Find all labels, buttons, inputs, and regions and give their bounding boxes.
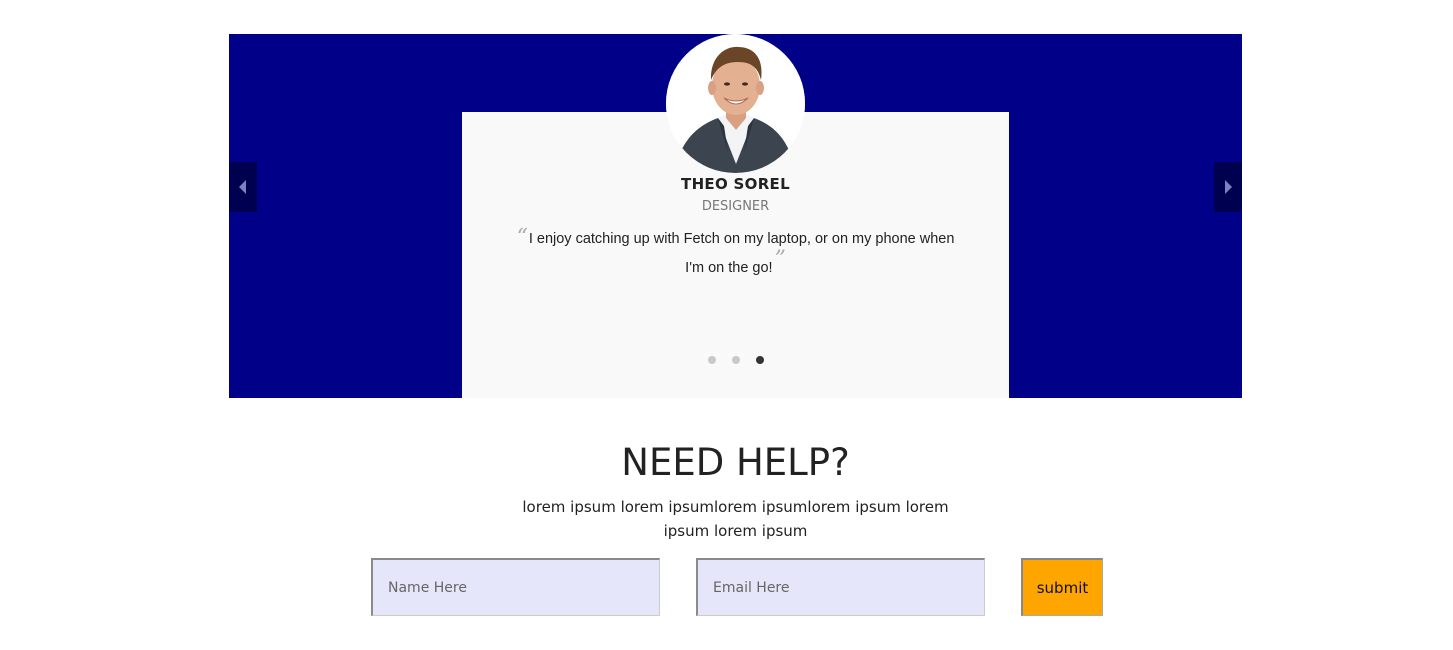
testimonial-quote: “I enjoy catching up with Fetch on my la… [512,225,959,283]
carousel-indicators [462,356,1009,364]
testimonial-carousel: THEO SOREL DESIGNER “I enjoy catching up… [229,34,1242,398]
carousel-dot-2[interactable] [731,356,740,364]
submit-button[interactable]: submit [1021,558,1103,616]
email-input[interactable] [696,558,985,616]
carousel-dot-1[interactable] [707,356,716,364]
name-input[interactable] [371,558,660,616]
quote-close-icon: ” [774,247,786,272]
testimonial-name: THEO SOREL [681,175,790,193]
carousel-dot-3[interactable] [755,356,764,364]
chevron-left-icon [239,180,246,194]
carousel-next-button[interactable] [1214,162,1242,212]
chevron-right-icon [1225,180,1232,194]
testimonial-role: DESIGNER [701,199,770,214]
help-title: NEED HELP? [621,441,850,484]
avatar [666,34,805,173]
quote-open-icon: “ [516,225,528,250]
testimonial-quote-text: I enjoy catching up with Fetch on my lap… [528,231,955,276]
carousel-prev-button[interactable] [229,162,257,212]
help-description: lorem ipsum lorem ipsumlorem ipsumlorem … [522,498,949,540]
